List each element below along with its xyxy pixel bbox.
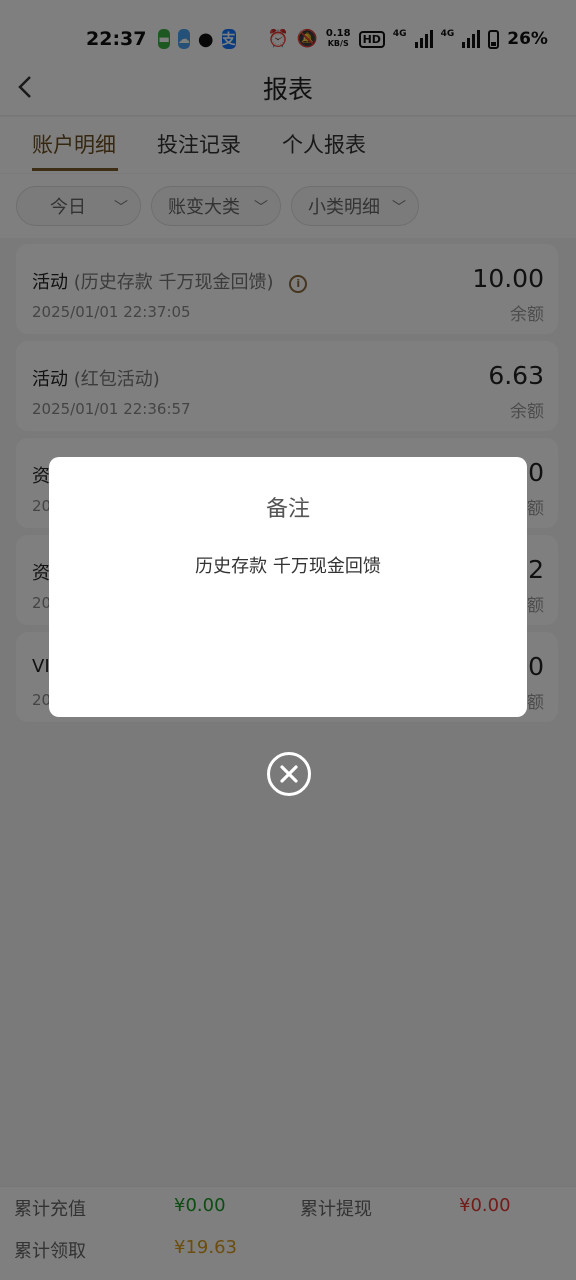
modal-body: 历史存款 千万现金回馈: [195, 556, 381, 577]
modal-close-button[interactable]: [267, 752, 311, 796]
remark-modal: 备注 历史存款 千万现金回馈: [49, 457, 527, 717]
close-icon: [280, 765, 298, 783]
modal-title: 备注: [265, 497, 310, 522]
